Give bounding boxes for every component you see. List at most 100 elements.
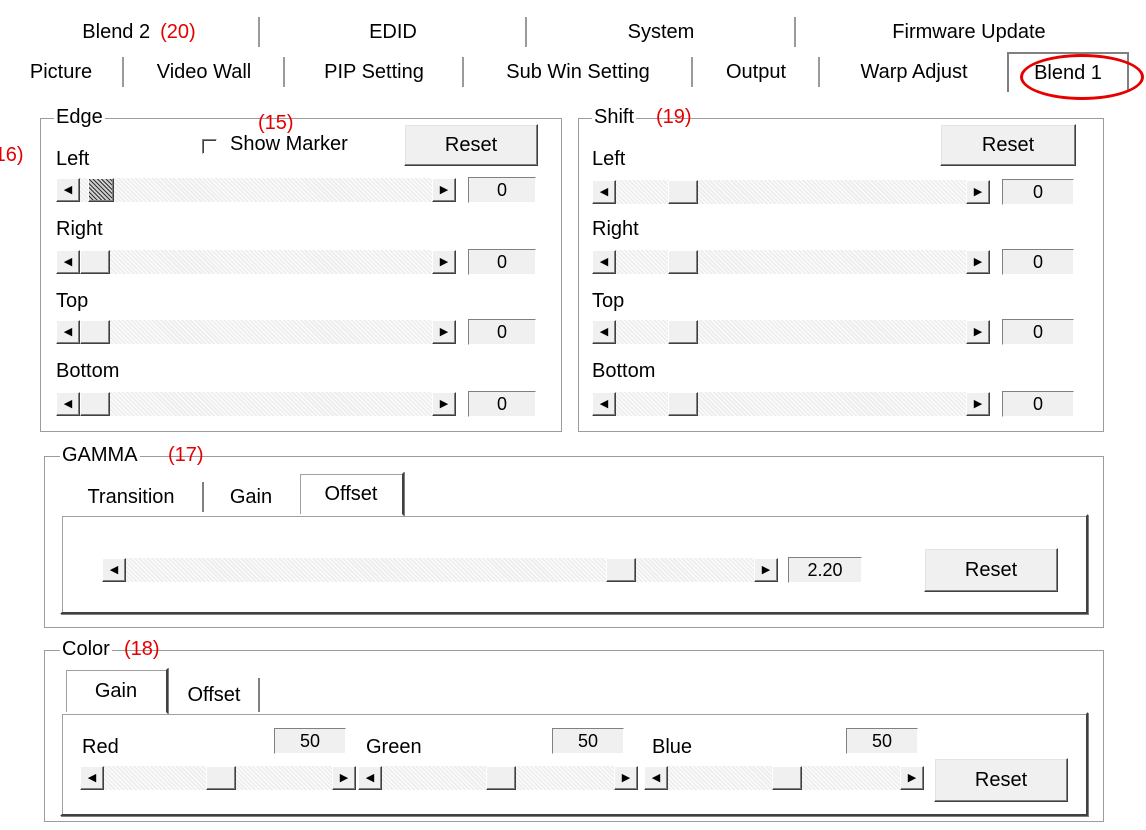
gamma-tab-offset[interactable]: Offset: [298, 472, 404, 516]
color-tab-gain[interactable]: Gain: [64, 668, 168, 714]
shift-right-slider[interactable]: ◀ ▶: [592, 250, 990, 274]
gamma-value: 2.20: [788, 557, 862, 583]
scroll-left-icon[interactable]: ◀: [56, 320, 80, 344]
scroll-right-icon[interactable]: ▶: [432, 250, 456, 274]
scroll-right-icon[interactable]: ▶: [900, 766, 924, 790]
slider-thumb[interactable]: [668, 180, 698, 204]
gamma-slider[interactable]: ◀ ▶: [102, 558, 778, 582]
slider-thumb[interactable]: [606, 558, 636, 582]
scroll-right-icon[interactable]: ▶: [432, 392, 456, 416]
slider-track[interactable]: [80, 392, 432, 416]
tab-system[interactable]: System: [528, 14, 794, 50]
gamma-tab-gain[interactable]: Gain: [206, 480, 296, 514]
tab-pip-setting[interactable]: PIP Setting: [286, 52, 462, 92]
tab-warp-adjust[interactable]: Warp Adjust: [821, 52, 1007, 92]
scroll-left-icon[interactable]: ◀: [592, 180, 616, 204]
scroll-right-icon[interactable]: ▶: [432, 178, 456, 202]
slider-track[interactable]: [104, 766, 332, 790]
scroll-right-icon[interactable]: ▶: [966, 180, 990, 204]
scroll-left-icon[interactable]: ◀: [102, 558, 126, 582]
slider-track[interactable]: [126, 558, 754, 582]
shift-left-value: 0: [1002, 179, 1074, 205]
red-slider[interactable]: ◀ ▶: [80, 766, 356, 790]
button-label: Reset: [974, 768, 1028, 791]
scroll-left-icon[interactable]: ◀: [358, 766, 382, 790]
green-label: Green: [366, 736, 422, 758]
edge-reset-button[interactable]: Reset: [404, 124, 538, 166]
slider-thumb[interactable]: [486, 766, 516, 790]
scroll-right-icon[interactable]: ▶: [754, 558, 778, 582]
scroll-left-icon[interactable]: ◀: [56, 392, 80, 416]
slider-thumb[interactable]: [668, 320, 698, 344]
shift-bottom-value: 0: [1002, 391, 1074, 417]
slider-track[interactable]: [80, 250, 432, 274]
slider-thumb[interactable]: [668, 392, 698, 416]
shift-group-title: Shift: [592, 106, 637, 128]
annotation-20: (20): [160, 20, 196, 43]
show-marker-checkbox[interactable]: [202, 139, 217, 154]
edge-left-slider[interactable]: ◀ ▶: [56, 178, 456, 202]
edge-top-slider[interactable]: ◀ ▶: [56, 320, 456, 344]
scroll-right-icon[interactable]: ▶: [332, 766, 356, 790]
edge-group-title: Edge: [54, 106, 105, 128]
slider-thumb[interactable]: [80, 392, 110, 416]
edge-top-value: 0: [468, 319, 536, 345]
scroll-left-icon[interactable]: ◀: [592, 250, 616, 274]
tab-edid[interactable]: EDID: [261, 14, 525, 50]
slider-track[interactable]: [382, 766, 614, 790]
blue-slider[interactable]: ◀ ▶: [644, 766, 924, 790]
scroll-right-icon[interactable]: ▶: [432, 320, 456, 344]
tab-blend-2[interactable]: Blend 2 (20): [0, 14, 258, 50]
scroll-right-icon[interactable]: ▶: [966, 320, 990, 344]
tab-sub-win-setting[interactable]: Sub Win Setting: [465, 52, 691, 92]
gamma-tab-transition[interactable]: Transition: [62, 480, 200, 514]
scroll-right-icon[interactable]: ▶: [966, 250, 990, 274]
gamma-group-title: GAMMA: [60, 444, 140, 466]
slider-thumb[interactable]: [80, 320, 110, 344]
scroll-right-icon[interactable]: ▶: [966, 392, 990, 416]
shift-left-slider[interactable]: ◀ ▶: [592, 180, 990, 204]
slider-thumb[interactable]: [88, 178, 114, 202]
scroll-left-icon[interactable]: ◀: [592, 320, 616, 344]
scroll-right-icon[interactable]: ▶: [614, 766, 638, 790]
tab-video-wall[interactable]: Video Wall: [125, 52, 283, 92]
slider-track[interactable]: [616, 250, 966, 274]
slider-thumb[interactable]: [80, 250, 110, 274]
tab-firmware-update[interactable]: Firmware Update: [797, 14, 1141, 50]
edge-right-slider[interactable]: ◀ ▶: [56, 250, 456, 274]
shift-left-label: Left: [592, 148, 626, 170]
shift-reset-button[interactable]: Reset: [940, 124, 1076, 166]
gamma-reset-button[interactable]: Reset: [924, 548, 1058, 592]
shift-top-slider[interactable]: ◀ ▶: [592, 320, 990, 344]
tab-picture[interactable]: Picture: [0, 52, 122, 92]
annotation-18: (18): [124, 638, 160, 660]
slider-track[interactable]: [80, 320, 432, 344]
slider-track[interactable]: [80, 178, 432, 202]
red-label: Red: [82, 736, 119, 758]
shift-bottom-slider[interactable]: ◀ ▶: [592, 392, 990, 416]
edge-left-label: Left: [56, 148, 90, 170]
slider-thumb[interactable]: [668, 250, 698, 274]
color-tab-offset[interactable]: Offset: [170, 678, 260, 712]
scroll-left-icon[interactable]: ◀: [80, 766, 104, 790]
tab-label: Warp Adjust: [860, 60, 968, 83]
scroll-left-icon[interactable]: ◀: [644, 766, 668, 790]
edge-bottom-slider[interactable]: ◀ ▶: [56, 392, 456, 416]
scroll-left-icon[interactable]: ◀: [592, 392, 616, 416]
scroll-left-icon[interactable]: ◀: [56, 178, 80, 202]
scroll-left-icon[interactable]: ◀: [56, 250, 80, 274]
tab-label: Video Wall: [156, 60, 252, 83]
green-slider[interactable]: ◀ ▶: [358, 766, 638, 790]
slider-thumb[interactable]: [772, 766, 802, 790]
tab-output[interactable]: Output: [694, 52, 818, 92]
top-tab-row: Blend 2 (20) EDID System Firmware Update: [0, 14, 1146, 50]
color-reset-button[interactable]: Reset: [934, 758, 1068, 802]
tab-label: Firmware Update: [892, 20, 1046, 43]
slider-track[interactable]: [668, 766, 900, 790]
slider-track[interactable]: [616, 392, 966, 416]
slider-track[interactable]: [616, 320, 966, 344]
annotation-15: (15): [258, 112, 294, 134]
show-marker-label[interactable]: Show Marker: [230, 133, 348, 156]
slider-track[interactable]: [616, 180, 966, 204]
slider-thumb[interactable]: [206, 766, 236, 790]
